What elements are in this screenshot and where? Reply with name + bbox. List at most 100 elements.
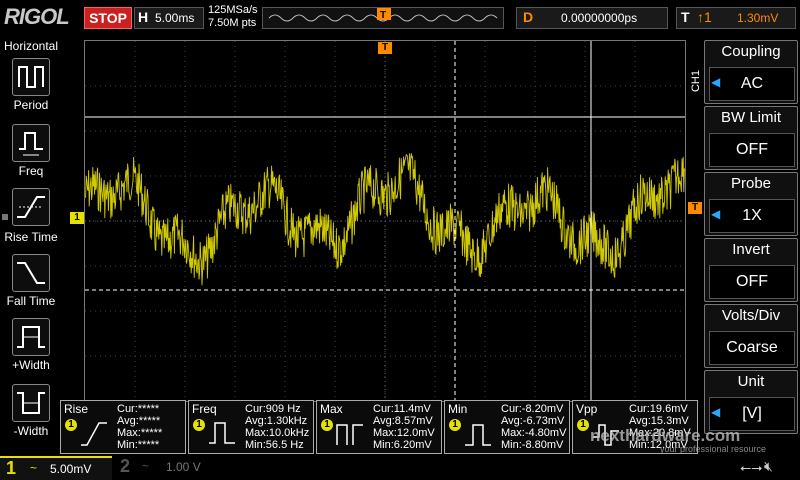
measurement-freq[interactable]: Freq 1 Cur:909 Hz Avg:1.30kHz Max:10.0kH… xyxy=(188,400,314,454)
measurement-cur: Cur:-8.20mV xyxy=(501,403,564,415)
usb-icon: ⭠⭢ xyxy=(740,459,763,475)
measurement-cur: Cur:11.4mV xyxy=(373,403,431,415)
measurement-min: Min:6.20mV xyxy=(373,439,432,451)
rise-time-icon xyxy=(17,196,45,218)
measurement-cur: Cur:19.6mV xyxy=(629,403,688,415)
invert-title: Invert xyxy=(732,241,770,258)
timebase-value: 5.00ms xyxy=(155,11,195,25)
measurement-max: Max:***** xyxy=(117,427,163,439)
invert-value: OFF xyxy=(709,265,795,299)
select-arrow-icon: ◀ xyxy=(711,75,721,89)
trigger-level-value: 1.30mV xyxy=(737,11,779,25)
positive-width-label: +Width xyxy=(12,358,50,372)
bw-limit-softkey[interactable]: BW Limit OFF xyxy=(704,106,798,170)
coupling-title: Coupling xyxy=(721,43,781,60)
watermark-brand: nexthardware.com xyxy=(590,426,741,445)
delay-value: 0.00000000ps xyxy=(561,11,638,25)
unit-title: Unit xyxy=(737,373,765,390)
measurement-source: 1 xyxy=(65,419,77,431)
ch2-coupling-icon: ~ xyxy=(142,459,150,473)
select-arrow-icon: ◀ xyxy=(711,207,721,221)
delay-display[interactable]: D 0.00000000ps xyxy=(516,7,668,29)
measurement-name: Rise xyxy=(64,402,89,416)
rise-time-icon xyxy=(81,422,107,446)
volts-div-title: Volts/Div xyxy=(721,307,781,324)
trigger-level-marker[interactable]: T xyxy=(688,202,702,214)
invert-softkey[interactable]: Invert OFF xyxy=(704,238,798,302)
volts-div-value: Coarse xyxy=(709,331,795,365)
measurement-source: 1 xyxy=(449,419,461,431)
measurement-max: Max:10.0kHz xyxy=(245,427,310,439)
measurement-rise[interactable]: Rise 1 Cur:***** Avg:***** Max:***** Min… xyxy=(60,400,186,454)
memory-position-bar: T xyxy=(262,7,504,29)
freq-label: Freq xyxy=(18,164,44,178)
trigger-time-marker[interactable]: T xyxy=(378,42,392,54)
ch1-offset-marker[interactable]: 1 xyxy=(70,212,84,224)
memory-waveform-overview: T xyxy=(268,8,498,22)
scroll-indicator-icon xyxy=(2,214,8,220)
trigger-position-marker-label: T xyxy=(380,10,386,21)
fall-time-button[interactable] xyxy=(12,254,50,292)
min-icon xyxy=(465,424,491,446)
bw-limit-title: BW Limit xyxy=(721,109,781,126)
period-icon xyxy=(18,66,44,88)
coupling-value: AC xyxy=(709,67,795,101)
rise-time-button[interactable] xyxy=(12,188,50,226)
ch1-menu-tag: CH1 xyxy=(690,70,702,93)
measurement-name: Max xyxy=(320,402,343,416)
measurement-avg: Avg:8.57mV xyxy=(373,415,433,427)
measurement-max[interactable]: Max 1 Cur:11.4mV Avg:8.57mV Max:12.0mV M… xyxy=(316,400,442,454)
graticule xyxy=(84,41,685,401)
ch1-status[interactable]: 1 ~ 5.00mV xyxy=(0,456,112,480)
probe-softkey[interactable]: Probe 1X ◀ xyxy=(704,172,798,236)
rise-time-label: Rise Time xyxy=(4,230,58,244)
ch1-number: 1 xyxy=(6,458,17,478)
negative-width-label: -Width xyxy=(13,424,49,438)
channel-menu: Coupling AC ◀ BW Limit OFF Probe 1X ◀ In… xyxy=(704,40,800,440)
measurement-cur: Cur:***** xyxy=(117,403,160,415)
measurement-min: Min:-8.80mV xyxy=(501,439,564,451)
ch2-status[interactable]: 2 ~ 1.00 V xyxy=(116,456,216,478)
memory-depth: 7.50M pts xyxy=(208,17,257,29)
speaker-muted-icon[interactable]: 🔇︎ xyxy=(764,458,773,475)
positive-width-button[interactable] xyxy=(12,318,50,356)
measurement-source: 1 xyxy=(321,419,333,431)
ch1-coupling-icon: ~ xyxy=(30,461,38,475)
measurement-max: Max:12.0mV xyxy=(373,427,435,439)
measurement-max: Max:-4.80mV xyxy=(501,427,567,439)
fall-time-icon xyxy=(17,262,45,284)
run-stop-indicator[interactable]: STOP xyxy=(84,7,132,29)
timebase-label: H xyxy=(138,9,149,25)
horizontal-panel-title: Horizontal xyxy=(3,39,59,53)
ch2-scale: 1.00 V xyxy=(166,460,201,474)
select-arrow-icon: ◀ xyxy=(711,405,721,419)
freq-button[interactable] xyxy=(12,124,50,162)
bw-limit-value: OFF xyxy=(709,133,795,167)
measurement-name: Freq xyxy=(192,402,217,416)
measurement-source: 1 xyxy=(577,419,589,431)
ch1-scale: 5.00mV xyxy=(50,462,92,476)
delay-label: D xyxy=(523,9,534,25)
unit-softkey[interactable]: Unit [V] ◀ xyxy=(704,370,798,434)
measurement-min[interactable]: Min 1 Cur:-8.20mV Avg:-6.73mV Max:-4.80m… xyxy=(444,400,570,454)
measurement-name: Min xyxy=(448,402,468,416)
period-label: Period xyxy=(13,98,49,112)
period-button[interactable] xyxy=(12,58,50,96)
positive-width-icon xyxy=(17,326,45,348)
probe-title: Probe xyxy=(730,175,772,192)
measurement-source: 1 xyxy=(193,419,205,431)
rising-edge-icon: ↑1 xyxy=(697,9,712,25)
measurement-avg: Avg:***** xyxy=(117,415,161,427)
trigger-label: T xyxy=(681,9,690,25)
measurement-avg: Avg:1.30kHz xyxy=(245,415,308,427)
negative-width-button[interactable] xyxy=(12,384,50,422)
waveform-display[interactable] xyxy=(84,40,686,402)
measurement-min: Min:***** xyxy=(117,439,160,451)
timebase-display[interactable]: H 5.00ms xyxy=(134,7,204,29)
volts-div-softkey[interactable]: Volts/Div Coarse xyxy=(704,304,798,368)
trigger-display[interactable]: T ↑1 1.30mV xyxy=(676,7,796,29)
measurement-name: Vpp xyxy=(576,402,598,416)
coupling-softkey[interactable]: Coupling AC ◀ xyxy=(704,40,798,104)
negative-width-icon xyxy=(17,392,45,414)
probe-value: 1X xyxy=(709,199,795,233)
